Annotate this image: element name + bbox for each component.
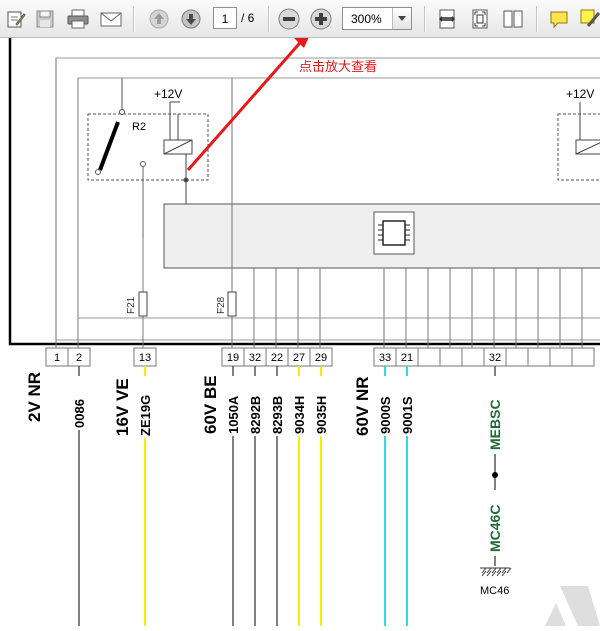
- pin-number: 19: [227, 352, 239, 364]
- wire-label: 9034H: [292, 396, 307, 434]
- wire-label: 0086: [72, 399, 87, 428]
- pin-number: 22: [271, 352, 283, 364]
- junction-dot: [492, 472, 498, 478]
- pin-number: 32: [249, 352, 261, 364]
- chevron-down-icon[interactable]: [392, 8, 411, 29]
- fuse-label-f28: F28: [216, 296, 227, 314]
- email-icon[interactable]: [98, 6, 124, 32]
- previous-page-icon[interactable]: [146, 6, 172, 32]
- two-page-view-icon[interactable]: [500, 6, 526, 32]
- wiring-diagram: +12V R2 +12V F21 F28 1 2 13 19 32 22 27 …: [8, 2, 600, 626]
- ground-symbol: [480, 567, 512, 577]
- relay-label: R2: [132, 121, 146, 133]
- ecu-block: [163, 203, 600, 269]
- wire-label: ZE19G: [138, 395, 153, 436]
- green-label-mc46c: MC46C: [487, 505, 503, 552]
- supply-label-right: +12V: [566, 87, 594, 101]
- separator: [424, 6, 425, 32]
- pin-number: 33: [379, 352, 391, 364]
- separator: [536, 6, 537, 32]
- edit-icon[interactable]: [3, 6, 29, 32]
- fuse-label-f21: F21: [126, 296, 137, 314]
- watermark-shape: [545, 586, 600, 626]
- connector-label: 60V NR: [353, 376, 372, 436]
- fit-width-icon[interactable]: [434, 6, 460, 32]
- relay-right: [557, 102, 600, 181]
- fit-page-icon[interactable]: [467, 6, 493, 32]
- wire-label: 9001S: [400, 396, 415, 434]
- wire-label: 8293B: [270, 396, 285, 434]
- control-module: [8, 30, 600, 346]
- pin-number: 32: [489, 352, 501, 364]
- fuse-f28: [227, 291, 237, 317]
- highlight-icon[interactable]: [577, 6, 600, 32]
- zoom-in-icon[interactable]: [308, 6, 334, 32]
- print-icon[interactable]: [65, 6, 91, 32]
- separator: [133, 6, 134, 32]
- ground-label: MC46: [480, 585, 509, 597]
- green-label-mebsc: MEBSC: [487, 399, 503, 450]
- pin-number: 1: [54, 352, 60, 364]
- save-icon[interactable]: [32, 6, 58, 32]
- separator: [268, 6, 269, 32]
- wire-label: 8292B: [248, 396, 263, 434]
- zoom-value: 300%: [351, 12, 382, 26]
- document-view[interactable]: +12V R2 +12V F21 F28 1 2 13 19 32 22 27 …: [0, 2, 600, 626]
- next-page-icon[interactable]: [178, 6, 204, 32]
- pin-number: 27: [293, 352, 305, 364]
- pin-number: 29: [315, 352, 327, 364]
- pin-number: 13: [139, 352, 151, 364]
- connector-label: 2V NR: [25, 372, 44, 422]
- connector-label: 16V VE: [113, 378, 132, 436]
- fuse-f21: [138, 291, 148, 317]
- connector-label: 60V BE: [201, 375, 220, 434]
- zoom-select[interactable]: 300%: [342, 7, 412, 30]
- supply-label-left: +12V: [154, 87, 182, 101]
- page-number-input[interactable]: 1: [213, 7, 237, 29]
- annotation-text: 点击放大查看: [299, 59, 378, 74]
- wire-label: 9035H: [314, 396, 329, 434]
- page-total: / 6: [241, 11, 255, 25]
- wire-label: 1050A: [226, 395, 241, 434]
- zoom-out-icon[interactable]: [276, 6, 302, 32]
- pin-number: 2: [76, 352, 82, 364]
- wire-label: 9000S: [378, 396, 393, 434]
- pdf-toolbar: 1 / 6 300%: [0, 0, 600, 38]
- pin-number: 21: [401, 352, 413, 364]
- comment-icon[interactable]: [546, 6, 572, 32]
